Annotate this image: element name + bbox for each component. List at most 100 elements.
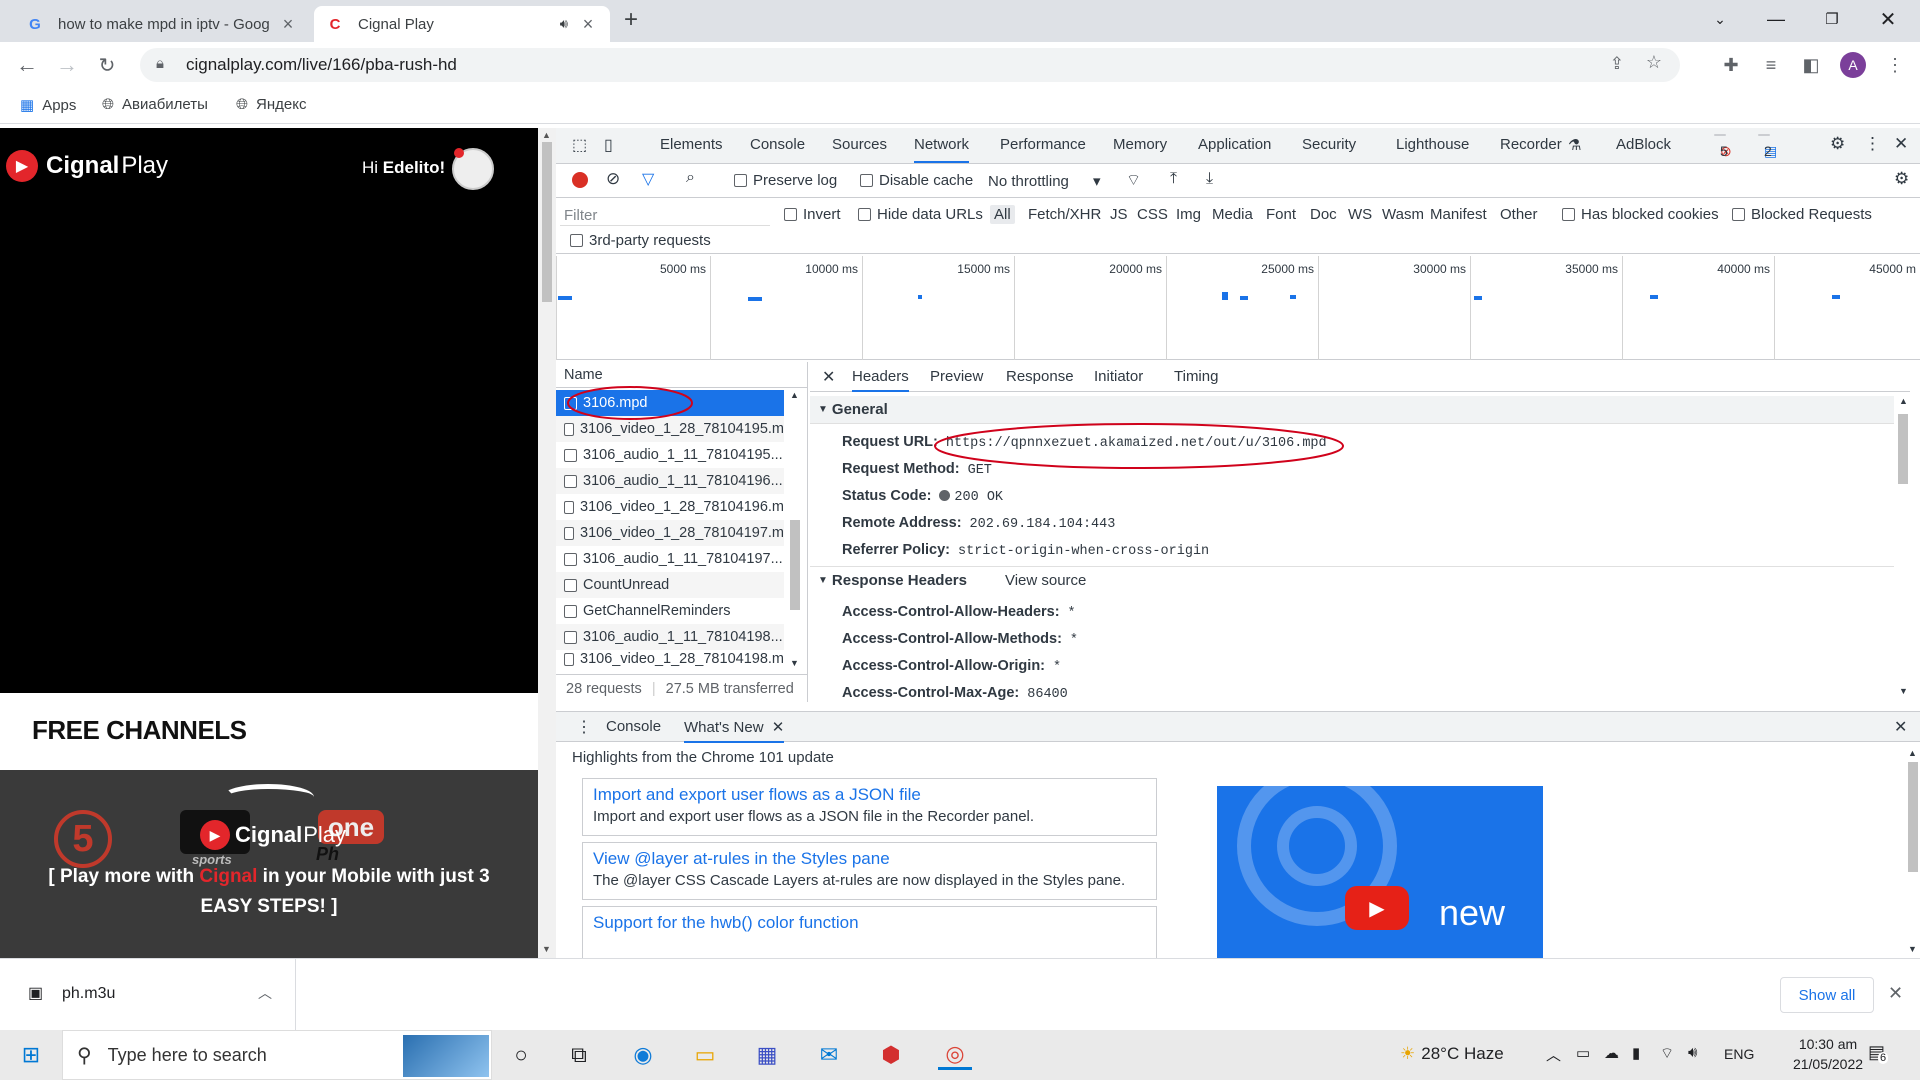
tray-battery-icon[interactable]: ▮ bbox=[1632, 1044, 1640, 1062]
tab-elements[interactable]: Elements bbox=[660, 136, 723, 153]
minimize-button[interactable]: — bbox=[1748, 0, 1804, 38]
scroll-down-icon[interactable]: ▼ bbox=[1899, 686, 1908, 696]
type-filter-other[interactable]: Other bbox=[1500, 206, 1538, 223]
close-drawer-icon[interactable]: ✕ bbox=[1894, 717, 1907, 737]
edge-icon[interactable]: ◉ bbox=[626, 1040, 660, 1070]
card-title[interactable]: Support for the hwb() color function bbox=[593, 913, 1146, 933]
whats-new-video-thumbnail[interactable]: ▶ new bbox=[1217, 786, 1543, 959]
tab-memory[interactable]: Memory bbox=[1113, 136, 1167, 153]
drawer-tab-whats-new[interactable]: What's New ✕ bbox=[684, 718, 785, 743]
request-row[interactable]: 3106_audio_1_11_78104196... bbox=[556, 468, 784, 494]
tab-recorder[interactable]: Recorder bbox=[1500, 136, 1562, 153]
devtools-menu-icon[interactable]: ⋮ bbox=[1864, 134, 1881, 154]
has-blocked-cookies-checkbox[interactable]: Has blocked cookies bbox=[1562, 206, 1719, 223]
export-har-icon[interactable]: ⤓ bbox=[1206, 170, 1213, 188]
checkbox[interactable] bbox=[858, 208, 871, 221]
invert-checkbox[interactable]: Invert bbox=[784, 206, 841, 223]
cortana-icon[interactable]: ○ bbox=[504, 1040, 538, 1070]
request-row[interactable]: CountUnread bbox=[556, 572, 784, 598]
clear-icon[interactable]: ⊘ bbox=[606, 169, 620, 189]
settings-gear-icon[interactable]: ⚙ bbox=[1830, 134, 1845, 154]
windows-start-icon[interactable]: ⊞ bbox=[14, 1040, 48, 1070]
scroll-down-icon[interactable]: ▼ bbox=[542, 944, 551, 954]
user-avatar[interactable] bbox=[452, 148, 494, 190]
extensions-icon[interactable]: ✚ bbox=[1716, 50, 1746, 80]
page-scrollbar[interactable]: ▲ ▼ bbox=[538, 128, 556, 958]
cignal-play-logo[interactable]: ▶ Cignal Play bbox=[6, 150, 168, 182]
close-tab-icon[interactable]: ✕ bbox=[772, 719, 785, 736]
checkbox[interactable] bbox=[1562, 208, 1575, 221]
share-icon[interactable]: ⇪ bbox=[1610, 54, 1624, 74]
tab-google-search[interactable]: G how to make mpd in iptv - Goog × bbox=[14, 6, 310, 42]
scroll-down-icon[interactable]: ▼ bbox=[790, 658, 799, 668]
app-red-icon[interactable]: ⬢ bbox=[874, 1040, 908, 1070]
third-party-checkbox[interactable]: 3rd-party requests bbox=[570, 232, 711, 249]
tray-wifi-icon[interactable]: ⌔ bbox=[1660, 1044, 1674, 1063]
tab-timing[interactable]: Timing bbox=[1174, 368, 1218, 385]
device-toolbar-icon[interactable]: ▯ bbox=[604, 135, 613, 155]
request-row[interactable]: 3106_audio_1_11_78104198... bbox=[556, 624, 784, 650]
address-bar[interactable]: 🔒︎ cignalplay.com/live/166/pba-rush-hd ⇪… bbox=[140, 48, 1680, 82]
task-view-icon[interactable]: ⧉ bbox=[562, 1040, 596, 1070]
checkbox[interactable] bbox=[860, 174, 873, 187]
whats-new-card[interactable]: Import and export user flows as a JSON f… bbox=[582, 778, 1157, 836]
close-downloads-icon[interactable]: ✕ bbox=[1888, 983, 1903, 1004]
network-overview-timeline[interactable]: 5000 ms 10000 ms 15000 ms 20000 ms 25000… bbox=[556, 256, 1920, 360]
bookmark-star-icon[interactable]: ☆ bbox=[1646, 52, 1662, 73]
checkbox[interactable] bbox=[784, 208, 797, 221]
checkbox[interactable] bbox=[570, 234, 583, 247]
tab-application[interactable]: Application bbox=[1198, 136, 1271, 153]
type-filter-font[interactable]: Font bbox=[1266, 206, 1296, 223]
tab-search-icon[interactable]: ⌄ bbox=[1692, 0, 1748, 38]
tab-preview[interactable]: Preview bbox=[930, 368, 983, 385]
drawer-menu-icon[interactable]: ⋮ bbox=[576, 717, 592, 737]
scrollbar-thumb[interactable] bbox=[542, 142, 552, 302]
type-filter-css[interactable]: CSS bbox=[1137, 206, 1168, 223]
filter-funnel-icon[interactable]: ▽ bbox=[642, 169, 654, 189]
tab-headers[interactable]: Headers bbox=[852, 368, 909, 392]
inspect-element-icon[interactable]: ⬚ bbox=[572, 135, 587, 155]
maximize-button[interactable]: ❐ bbox=[1804, 0, 1860, 38]
show-all-button[interactable]: Show all bbox=[1780, 977, 1874, 1013]
speaker-icon[interactable]: 🔊︎ bbox=[560, 16, 568, 32]
type-filter-doc[interactable]: Doc bbox=[1310, 206, 1337, 223]
bookmark-aviabilety[interactable]: 🌐︎ Авиабилеты bbox=[102, 96, 208, 113]
network-settings-icon[interactable]: ⚙ bbox=[1894, 169, 1909, 189]
close-tab-icon[interactable]: × bbox=[278, 14, 298, 35]
mail-icon[interactable]: ✉ bbox=[812, 1040, 846, 1070]
record-button[interactable] bbox=[572, 172, 588, 188]
request-row[interactable]: 3106_audio_1_11_78104195... bbox=[556, 442, 784, 468]
drawer-tab-console[interactable]: Console bbox=[606, 718, 661, 735]
throttling-select[interactable]: No throttling ▾ bbox=[988, 172, 1101, 190]
close-tab-icon[interactable]: × bbox=[578, 14, 598, 35]
reload-button[interactable]: ↻ bbox=[92, 50, 122, 80]
request-row[interactable]: 3106_video_1_28_78104196.m bbox=[556, 494, 784, 520]
tab-adblock[interactable]: AdBlock bbox=[1616, 136, 1671, 153]
tray-chevron-icon[interactable]: ︿ bbox=[1546, 1044, 1561, 1065]
chrome-icon[interactable]: ◎ bbox=[938, 1040, 972, 1070]
drawer-scrollbar[interactable]: ▲ ▼ bbox=[1906, 748, 1920, 958]
message-badge[interactable]: ▤ 2 bbox=[1758, 134, 1777, 159]
scrollbar-thumb[interactable] bbox=[790, 520, 800, 610]
scroll-up-icon[interactable]: ▲ bbox=[1908, 748, 1917, 758]
chevron-up-icon[interactable] bbox=[222, 784, 314, 810]
back-button[interactable]: ← bbox=[12, 50, 42, 80]
tab-response[interactable]: Response bbox=[1006, 368, 1074, 385]
search-icon[interactable]: ⌕ bbox=[686, 169, 695, 187]
tray-volume-icon[interactable]: 🔊︎ bbox=[1688, 1044, 1697, 1061]
import-har-icon[interactable]: ⤒ bbox=[1170, 170, 1177, 188]
type-filter-fetch-xhr[interactable]: Fetch/XHR bbox=[1028, 206, 1101, 223]
network-conditions-icon[interactable]: ⌔ bbox=[1126, 170, 1141, 190]
tray-meet-icon[interactable]: ▭ bbox=[1576, 1044, 1590, 1062]
type-filter-ws[interactable]: WS bbox=[1348, 206, 1372, 223]
side-panel-icon[interactable]: ◧ bbox=[1796, 50, 1826, 80]
tab-console[interactable]: Console bbox=[750, 136, 805, 153]
tray-cloud-icon[interactable]: ☁ bbox=[1604, 1044, 1619, 1062]
scrollbar-thumb[interactable] bbox=[1908, 762, 1918, 872]
tab-cignal-play[interactable]: C Cignal Play 🔊︎ × bbox=[314, 6, 610, 42]
disable-cache-checkbox[interactable]: Disable cache bbox=[860, 172, 973, 189]
bookmark-apps[interactable]: ▦ Apps bbox=[20, 96, 76, 115]
file-explorer-icon[interactable]: ▭ bbox=[688, 1040, 722, 1070]
request-row[interactable]: 3106_audio_1_11_78104197... bbox=[556, 546, 784, 572]
notification-center-icon[interactable]: ▤ 6 bbox=[1868, 1042, 1889, 1064]
